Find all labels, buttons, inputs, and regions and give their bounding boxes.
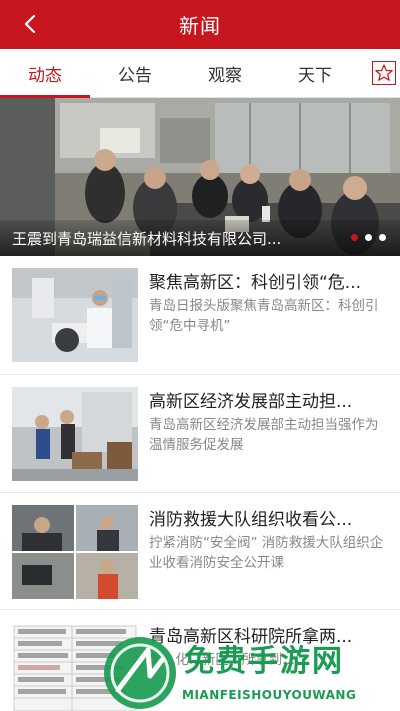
chevron-left-icon	[24, 14, 36, 34]
banner-caption-text: 王震到青岛瑞益信新材料科技有限公司...	[12, 229, 282, 248]
tab-guancha[interactable]: 观察	[180, 49, 270, 97]
news-title: 消防救援大队组织收看公...	[149, 510, 353, 530]
news-desc: 青岛日报头版聚焦青岛高新区：科创引领“危中寻机”	[149, 298, 379, 334]
page-title: 新闻	[179, 14, 221, 38]
news-list: 聚焦高新区：科创引领“危... 青岛日报头版聚焦青岛高新区：科创引领“危中寻机”	[0, 256, 400, 711]
favorite-star-button[interactable]	[372, 61, 396, 85]
carousel-dot[interactable]	[379, 234, 386, 241]
news-desc: 青岛高新区经济发展部主动担当强作为 温情服务促发展	[149, 417, 379, 453]
news-item[interactable]: 青岛高新区科研院所拿两... 国...化...新区...所拿到...	[0, 610, 400, 711]
news-title: 聚焦高新区：科创引领“危...	[149, 273, 362, 293]
category-tabs: 动态 公告 观察 天下	[0, 49, 400, 98]
tab-tianxia[interactable]: 天下	[270, 49, 360, 97]
banner-caption: 王震到青岛瑞益信新材料科技有限公司...	[0, 220, 400, 256]
news-thumbnail	[12, 622, 138, 711]
news-item[interactable]: 消防救援大队组织收看公... 拧紧消防“安全阀” 消防救援大队组织企业收看消防安…	[0, 493, 400, 610]
tab-label: 观察	[208, 65, 242, 86]
news-desc: 国...化...新区...所拿到...	[149, 652, 295, 668]
news-thumbnail	[12, 268, 138, 362]
carousel-dot[interactable]	[351, 234, 358, 241]
carousel-indicator	[351, 234, 386, 241]
tab-dongtai[interactable]: 动态	[0, 49, 90, 98]
app-header: 新闻	[0, 0, 400, 49]
news-title: 青岛高新区科研院所拿两...	[149, 627, 353, 647]
news-desc: 拧紧消防“安全阀” 消防救援大队组织企业收看消防安全公开课	[149, 535, 384, 571]
carousel-dot[interactable]	[365, 234, 372, 241]
app-screen: 新闻 动态 公告 观察 天下 王震到青岛瑞益信新材料科技有限公司... 聚焦高新…	[0, 0, 400, 711]
back-button[interactable]	[14, 8, 46, 40]
news-thumbnail	[12, 505, 138, 599]
tab-gonggao[interactable]: 公告	[90, 49, 180, 97]
tab-label: 天下	[298, 65, 332, 86]
news-title: 高新区经济发展部主动担...	[149, 392, 353, 412]
news-item[interactable]: 高新区经济发展部主动担... 青岛高新区经济发展部主动担当强作为 温情服务促发展	[0, 375, 400, 493]
tab-label: 动态	[28, 65, 62, 86]
star-outline-icon	[375, 64, 393, 81]
news-thumbnail	[12, 387, 138, 481]
tab-label: 公告	[118, 65, 152, 86]
news-item[interactable]: 聚焦高新区：科创引领“危... 青岛日报头版聚焦青岛高新区：科创引领“危中寻机”	[0, 256, 400, 375]
banner-carousel[interactable]: 王震到青岛瑞益信新材料科技有限公司...	[0, 98, 400, 256]
